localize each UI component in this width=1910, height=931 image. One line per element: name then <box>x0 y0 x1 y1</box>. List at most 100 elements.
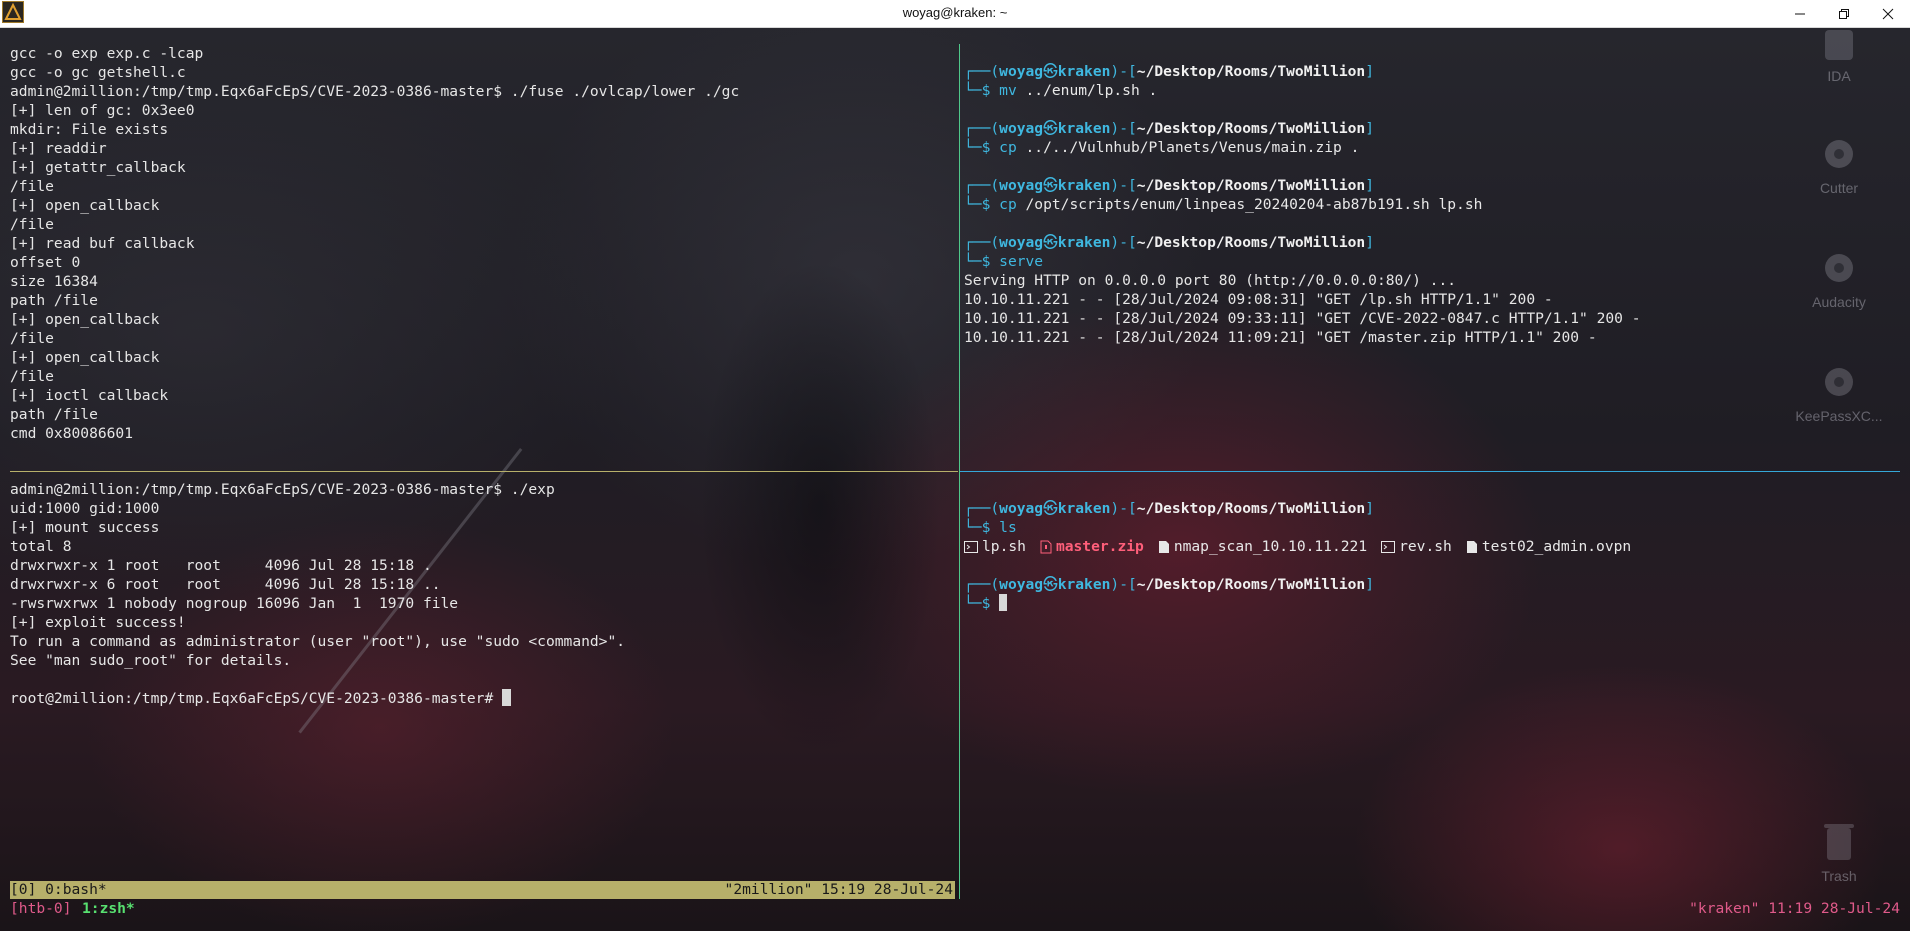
terminal-text: /file <box>10 368 54 385</box>
terminal-line: /file <box>10 329 954 348</box>
terminal-text: admin@2million:/tmp/tmp.Eqx6aFcEpS/CVE-2… <box>10 83 740 100</box>
terminal-line: uid:1000 gid:1000 <box>10 499 954 518</box>
prompt-box: └─ <box>964 595 982 612</box>
prompt-at: ㉿ <box>1043 576 1058 593</box>
terminal-line: /file <box>10 367 954 386</box>
terminal-text: path /file <box>10 406 98 423</box>
close-button[interactable] <box>1866 0 1910 27</box>
terminal-text: drwxrwxr-x 6 root root 4096 Jul 28 15:18… <box>10 576 441 593</box>
command-name: serve <box>999 253 1044 270</box>
terminal-text: [+] exploit success! <box>10 614 186 631</box>
terminal-text: [+] open_callback <box>10 197 160 214</box>
terminal-line: [+] mount success <box>10 518 954 537</box>
prompt-close: ] <box>1365 576 1375 593</box>
trash-icon <box>1824 824 1854 860</box>
server-log-line: Serving HTTP on 0.0.0.0 port 80 (http://… <box>964 271 1908 290</box>
prompt-line-top: ┌──(woyag㉿kraken)-[~/Desktop/Rooms/TwoMi… <box>964 499 1908 518</box>
terminal-text: [+] getattr_callback <box>10 159 186 176</box>
file-name: master.zip <box>1055 538 1144 555</box>
terminal-file-icon <box>1381 540 1396 559</box>
terminal-text: cmd 0x80086601 <box>10 425 134 442</box>
terminal-text: admin@2million:/tmp/tmp.Eqx6aFcEpS/CVE-2… <box>10 481 555 498</box>
terminal-pane-top-right[interactable]: ┌──(woyag㉿kraken)-[~/Desktop/Rooms/TwoMi… <box>964 62 1908 462</box>
pane-separator-horizontal-left[interactable] <box>10 471 958 472</box>
prompt-line-bottom: └─$ cp ../../Vulnhub/Planets/Venus/main.… <box>964 138 1908 157</box>
window-title: woyag@kraken: ~ <box>902 5 1008 20</box>
server-log-text: Serving HTTP on 0.0.0.0 port 80 (http://… <box>964 272 1457 289</box>
minimize-button[interactable] <box>1778 0 1822 27</box>
ls-file-entry: master.zip <box>1040 538 1144 555</box>
zip-file-icon <box>1040 540 1052 559</box>
terminal-pane-bottom-left[interactable]: admin@2million:/tmp/tmp.Eqx6aFcEpS/CVE-2… <box>10 480 954 880</box>
terminal-line: size 16384 <box>10 272 954 291</box>
terminal-line: admin@2million:/tmp/tmp.Eqx6aFcEpS/CVE-2… <box>10 82 954 101</box>
tmux-session-name: [htb-0] <box>10 900 72 917</box>
terminal-text: gcc -o exp exp.c -lcap <box>10 45 204 62</box>
prompt-box: └─ <box>964 519 982 536</box>
prompt-line-bottom: └─$ ls <box>964 518 1908 537</box>
terminal-pane-top-left[interactable]: gcc -o exp exp.c -lcap gcc -o gc getshell… <box>10 44 954 444</box>
terminal-line: [+] read buf callback <box>10 234 954 253</box>
prompt-close: ] <box>1365 120 1375 137</box>
prompt-host: kraken <box>1057 234 1111 251</box>
file-name: test02_admin.ovpn <box>1481 538 1632 555</box>
prompt-dollar: $ <box>981 196 1000 213</box>
close-icon <box>1882 8 1894 19</box>
prompt-host: kraken <box>1057 120 1111 137</box>
prompt-user: woyag <box>999 500 1044 517</box>
file-name: rev.sh <box>1399 538 1452 555</box>
prompt-box: └─ <box>964 196 982 213</box>
prompt-user: woyag <box>999 234 1044 251</box>
terminal-text: [+] len of gc: 0x3ee0 <box>10 102 195 119</box>
server-log-line: 10.10.11.221 - - [28/Jul/2024 09:33:11] … <box>964 309 1908 328</box>
prompt-line-bottom: └─$ mv ../enum/lp.sh . <box>964 81 1908 100</box>
terminal-text: uid:1000 gid:1000 <box>10 500 160 517</box>
desktop-icon-trash[interactable]: Trash <box>1784 820 1894 884</box>
prompt-at: ㉿ <box>1043 234 1058 251</box>
tmux-window-active[interactable]: 1:zsh* <box>82 899 135 919</box>
terminal-text: /file <box>10 178 54 195</box>
document-file-icon <box>1158 540 1170 559</box>
command-args: /opt/scripts/enum/linpeas_20240204-ab87b… <box>1016 196 1483 213</box>
prompt-at: ㉿ <box>1043 500 1058 517</box>
terminal-line: gcc -o exp exp.c -lcap <box>10 44 954 63</box>
terminal-text: offset 0 <box>10 254 81 271</box>
prompt-user: woyag <box>999 120 1044 137</box>
terminal-line: /file <box>10 215 954 234</box>
prompt-host: kraken <box>1057 576 1111 593</box>
file-name: nmap_scan_10.10.11.221 <box>1173 538 1368 555</box>
root-prompt-line: root@2million:/tmp/tmp.Eqx6aFcEpS/CVE-20… <box>10 689 954 708</box>
prompt-dollar: $ <box>981 82 1000 99</box>
prompt-sep: )-[ <box>1110 500 1137 517</box>
prompt-path: ~/Desktop/Rooms/TwoMillion <box>1136 500 1366 517</box>
prompt-path: ~/Desktop/Rooms/TwoMillion <box>1136 234 1366 251</box>
prompt-line-bottom: └─$ cp /opt/scripts/enum/linpeas_2024020… <box>964 195 1908 214</box>
prompt-line-bottom: └─$ <box>964 594 1908 613</box>
terminal-line: See "man sudo_root" for details. <box>10 651 954 670</box>
ls-file-entry: rev.sh <box>1381 538 1452 555</box>
pane-separator-horizontal-right[interactable] <box>960 471 1900 472</box>
server-log-text: 10.10.11.221 - - [28/Jul/2024 09:33:11] … <box>964 310 1641 327</box>
tmux-status-bar-outer: [htb-0] 1:zsh* "kraken" 11:19 28-Jul-24 <box>0 899 1910 919</box>
prompt-line-top: ┌──(woyag㉿kraken)-[~/Desktop/Rooms/TwoMi… <box>964 62 1908 81</box>
ida-icon <box>1825 30 1853 60</box>
restore-button[interactable] <box>1822 0 1866 27</box>
terminal-text: mkdir: File exists <box>10 121 169 138</box>
prompt-line-bottom: └─$ serve <box>964 252 1908 271</box>
command-name: cp <box>999 196 1017 213</box>
terminal-text: [+] open_callback <box>10 311 160 328</box>
terminal-line: drwxrwxr-x 6 root root 4096 Jul 28 15:18… <box>10 575 954 594</box>
terminal-line: cmd 0x80086601 <box>10 424 954 443</box>
prompt-sep: )-[ <box>1110 177 1137 194</box>
ls-file-entry: lp.sh <box>964 538 1026 555</box>
tmux-window-list[interactable]: [0] 0:bash* <box>10 881 107 899</box>
terminal-pane-bottom-right[interactable]: ┌──(woyag㉿kraken)-[~/Desktop/Rooms/TwoMi… <box>964 499 1908 799</box>
terminal-text: path /file <box>10 292 98 309</box>
tmux-status-right: "2million" 15:19 28-Jul-24 <box>724 881 953 898</box>
prompt-box: ┌──( <box>964 63 1000 80</box>
prompt-path: ~/Desktop/Rooms/TwoMillion <box>1136 177 1366 194</box>
restore-icon <box>1839 8 1849 19</box>
